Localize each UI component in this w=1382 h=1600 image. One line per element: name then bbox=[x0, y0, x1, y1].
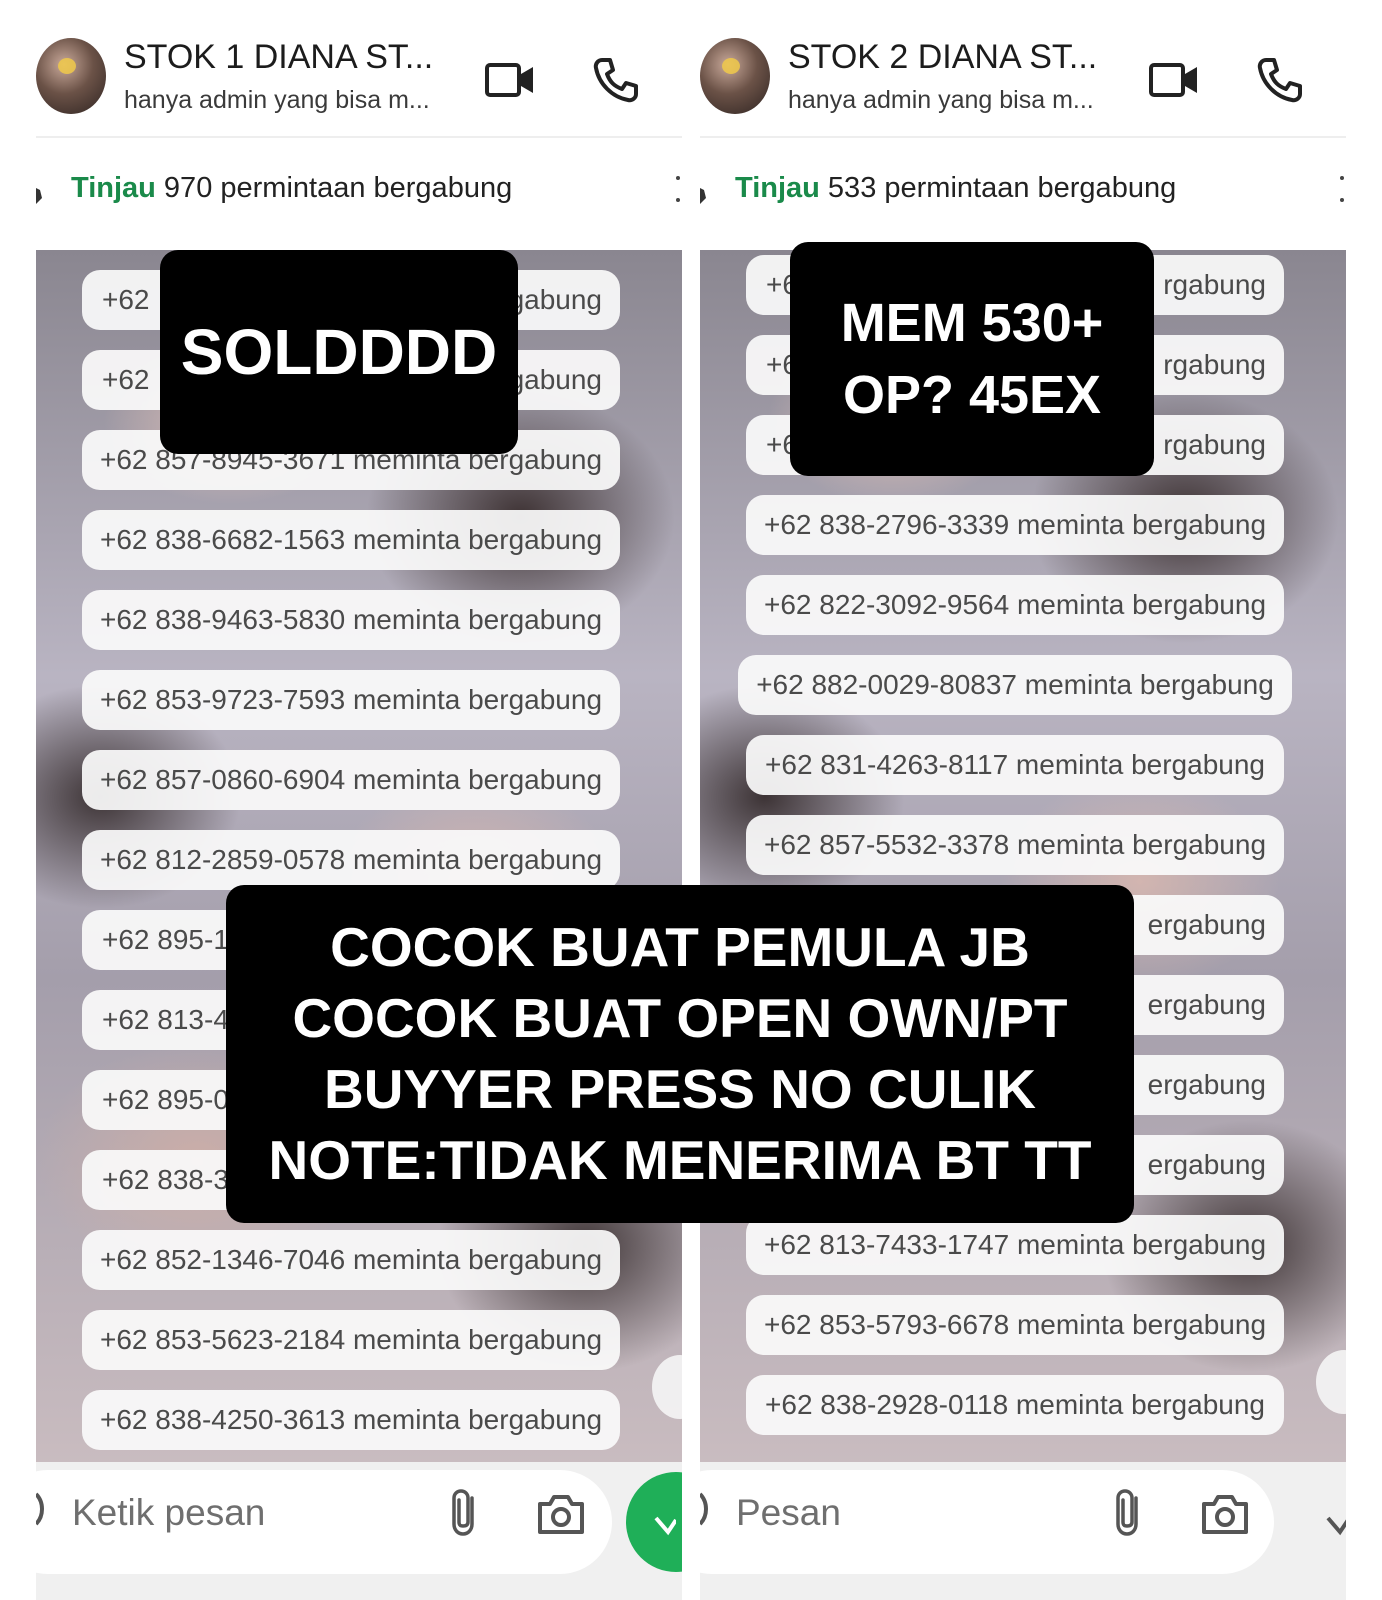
join-request-bubble: +62 838-2796-3339 meminta bergabung bbox=[746, 495, 1284, 555]
member-offer-caption: MEM 530+ OP? 45EX bbox=[790, 242, 1154, 476]
join-request-bubble: +62 838-9463-5830 meminta bergabung bbox=[82, 590, 620, 650]
attach-icon[interactable] bbox=[1108, 1488, 1148, 1538]
camera-icon[interactable] bbox=[536, 1492, 586, 1536]
join-request-bubble: +62 813-7433-1747 meminta bergabung bbox=[746, 1215, 1284, 1275]
group-avatar[interactable] bbox=[36, 38, 106, 114]
group-subtitle[interactable]: hanya admin yang bisa m... bbox=[124, 86, 430, 115]
video-call-icon[interactable] bbox=[1148, 60, 1200, 100]
sale-notes-caption: COCOK BUAT PEMULA JB COCOK BUAT OPEN OWN… bbox=[226, 885, 1134, 1223]
scroll-down-icon[interactable] bbox=[652, 1355, 682, 1419]
join-request-bubble: +62 831-4263-8117 meminta bergabung bbox=[746, 735, 1284, 795]
join-request-bubble: +62 857-0860-6904 meminta bergabung bbox=[82, 750, 620, 810]
join-request-bubble: +62 857-5532-3378 meminta bergabung bbox=[746, 815, 1284, 875]
review-link[interactable]: Tinjau bbox=[735, 172, 820, 204]
join-request-bubble: +62 838-2928-0118 meminta bergabung bbox=[746, 1375, 1284, 1435]
voice-call-icon[interactable] bbox=[1256, 56, 1304, 104]
mic-icon bbox=[1326, 1516, 1346, 1536]
join-request-text: Tinjau 533 permintaan bergabung bbox=[735, 172, 1177, 204]
group-title[interactable]: STOK 1 DIANA ST... bbox=[124, 38, 433, 77]
composer-bar: Ketik pesan bbox=[36, 1462, 682, 1600]
review-link[interactable]: Tinjau bbox=[71, 172, 156, 204]
group-avatar[interactable] bbox=[700, 38, 770, 114]
sold-caption-text: SOLDDDD bbox=[180, 316, 498, 388]
message-placeholder: Pesan bbox=[736, 1492, 841, 1533]
emoji-icon[interactable] bbox=[700, 1492, 710, 1526]
group-subtitle[interactable]: hanya admin yang bisa m... bbox=[788, 86, 1094, 115]
chat-panel-stok-1: STOK 1 DIANA ST... hanya admin yang bisa… bbox=[36, 0, 682, 1600]
scroll-down-icon[interactable] bbox=[1316, 1350, 1346, 1414]
join-request-bubble: +62 812-2859-0578 meminta bergabung bbox=[82, 830, 620, 890]
video-call-icon[interactable] bbox=[484, 60, 536, 100]
member-count-text: MEM 530+ bbox=[840, 293, 1104, 353]
join-request-bubble: +62 838-6682-1563 meminta bergabung bbox=[82, 510, 620, 570]
chat-panel-stok-2: STOK 2 DIANA ST... hanya admin yang bisa… bbox=[700, 0, 1346, 1600]
join-request-bubble: +62 822-3092-9564 meminta bergabung bbox=[746, 575, 1284, 635]
header-divider bbox=[700, 136, 1346, 138]
join-request-bubble: +62 838-4250-3613 meminta bergabung bbox=[82, 1390, 620, 1450]
mic-icon bbox=[654, 1516, 676, 1536]
offer-text: OP? 45EX bbox=[842, 365, 1102, 425]
composer-bar: Pesan bbox=[700, 1462, 1346, 1600]
note-line: COCOK BUAT PEMULA JB bbox=[330, 916, 1030, 978]
note-line: NOTE:TIDAK MENERIMA BT TT bbox=[268, 1129, 1092, 1191]
emoji-icon[interactable] bbox=[36, 1492, 46, 1526]
chat-header: STOK 2 DIANA ST... hanya admin yang bisa… bbox=[700, 30, 1346, 130]
sold-caption: SOLDDDD bbox=[160, 250, 518, 454]
group-title[interactable]: STOK 2 DIANA ST... bbox=[788, 38, 1097, 77]
join-request-bubble: +62 853-5623-2184 meminta bergabung bbox=[82, 1310, 620, 1370]
note-line: COCOK BUAT OPEN OWN/PT bbox=[292, 987, 1068, 1049]
menu-dots-icon[interactable] bbox=[1340, 174, 1344, 204]
menu-dots-icon[interactable] bbox=[676, 174, 680, 204]
group-edge-icon bbox=[700, 188, 706, 204]
join-request-bubble: +62 852-1346-7046 meminta bergabung bbox=[82, 1230, 620, 1290]
join-request-banner[interactable]: Tinjau 533 permintaan bergabung bbox=[700, 162, 1346, 218]
group-edge-icon bbox=[36, 188, 42, 204]
attach-icon[interactable] bbox=[444, 1488, 484, 1538]
join-request-text: Tinjau 970 permintaan bergabung bbox=[71, 172, 513, 204]
join-request-bubble: +62 853-5793-6678 meminta bergabung bbox=[746, 1295, 1284, 1355]
voice-call-icon[interactable] bbox=[592, 56, 640, 104]
message-placeholder: Ketik pesan bbox=[72, 1492, 266, 1533]
header-divider bbox=[36, 136, 682, 138]
camera-icon[interactable] bbox=[1200, 1492, 1250, 1536]
chat-header: STOK 1 DIANA ST... hanya admin yang bisa… bbox=[36, 30, 682, 130]
note-line: BUYYER PRESS NO CULIK bbox=[323, 1058, 1037, 1120]
join-request-bubble: +62 853-9723-7593 meminta bergabung bbox=[82, 670, 620, 730]
join-request-bubble: +62 882-0029-80837 meminta bergabung bbox=[738, 655, 1292, 715]
join-request-banner[interactable]: Tinjau 970 permintaan bergabung bbox=[36, 162, 682, 218]
